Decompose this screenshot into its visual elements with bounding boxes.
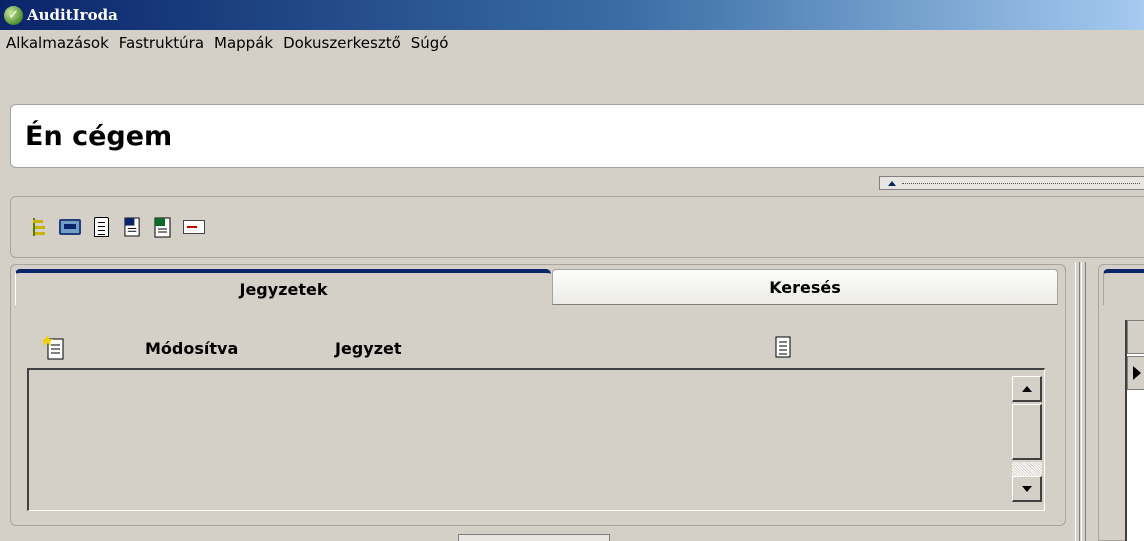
- scroll-thumb[interactable]: [1012, 404, 1042, 460]
- right-panel-tab[interactable]: [1103, 269, 1144, 305]
- arrow-down-icon: [1021, 485, 1032, 492]
- right-panel: [1098, 264, 1144, 541]
- word-document-button[interactable]: [120, 215, 144, 239]
- notes-grid-header: Módosítva Jegyzet: [25, 335, 1045, 363]
- checkmark-app-icon: ✓: [4, 5, 23, 25]
- tree-button[interactable]: [27, 215, 51, 239]
- toolbar: [10, 196, 1144, 258]
- grid-header-cell: [1127, 320, 1144, 354]
- menu-fastruktura[interactable]: Fastruktúra: [117, 32, 210, 54]
- calculator-icon: [59, 219, 81, 235]
- calculator-button[interactable]: [58, 215, 82, 239]
- menu-sugo[interactable]: Súgó: [409, 32, 455, 54]
- tab-kereses[interactable]: Keresés: [552, 269, 1058, 305]
- arrow-right-icon: [1133, 366, 1141, 380]
- new-note-icon[interactable]: [43, 335, 65, 361]
- notes-grid[interactable]: [27, 368, 1045, 511]
- company-header: Én cégem: [10, 104, 1144, 168]
- document-icon[interactable]: [775, 335, 791, 359]
- arrow-up-icon: [888, 180, 896, 186]
- bottom-splitter-handle[interactable]: [458, 534, 610, 541]
- scroll-track[interactable]: [1012, 462, 1042, 476]
- tree-icon: [31, 218, 47, 236]
- collapse-splitter-handle[interactable]: [879, 176, 1144, 190]
- menu-bar: Alkalmazások Fastruktúra Mappák Dokuszer…: [0, 30, 1144, 56]
- right-panel-grid[interactable]: [1125, 320, 1144, 541]
- document-button[interactable]: [89, 215, 113, 239]
- row-indicator[interactable]: [1127, 356, 1144, 390]
- company-name: Én cégem: [25, 120, 173, 152]
- scroll-down-button[interactable]: [1012, 476, 1042, 502]
- notes-panel: Jegyzetek Keresés Módosítva Jegyzet: [10, 264, 1066, 526]
- vertical-splitter[interactable]: [1073, 262, 1087, 541]
- menu-mappak[interactable]: Mappák: [212, 32, 279, 54]
- menu-dokuszerkeszto[interactable]: Dokuszerkesztő: [281, 32, 407, 54]
- envelope-icon: [183, 220, 205, 234]
- excel-document-icon: [154, 217, 171, 237]
- title-bar: ✓ AuditIroda: [0, 0, 1144, 30]
- menu-alkalmazasok[interactable]: Alkalmazások: [4, 32, 115, 54]
- scroll-up-button[interactable]: [1012, 376, 1042, 402]
- word-document-icon: [123, 217, 140, 237]
- arrow-up-icon: [1021, 385, 1032, 392]
- envelope-button[interactable]: [182, 215, 206, 239]
- column-header-modified[interactable]: Módosítva: [145, 339, 238, 358]
- splitter-grip: [902, 182, 1140, 184]
- tab-jegyzetek[interactable]: Jegyzetek: [15, 269, 551, 305]
- excel-document-button[interactable]: [151, 215, 175, 239]
- window-title: AuditIroda: [27, 6, 118, 24]
- document-icon: [93, 217, 109, 237]
- vertical-scrollbar[interactable]: [1012, 376, 1042, 502]
- column-header-note[interactable]: Jegyzet: [335, 339, 402, 358]
